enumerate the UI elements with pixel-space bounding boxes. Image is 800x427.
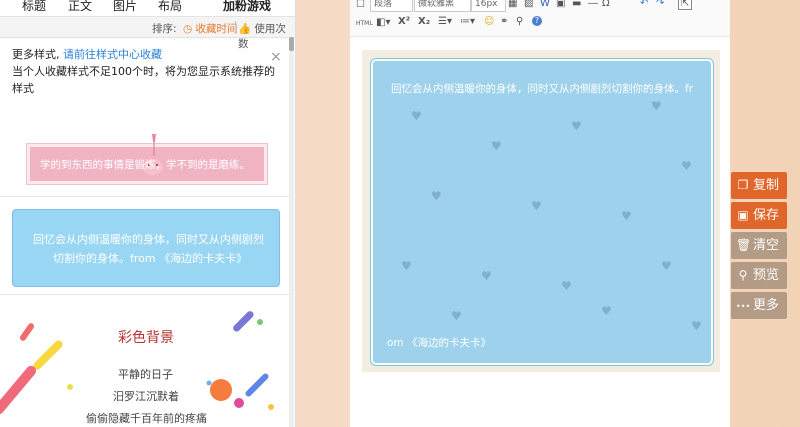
heart-icon: ♥ xyxy=(491,139,502,153)
editor-text-line-1: 回忆会从内侧温暖你的身体，同时又从内侧剧烈切割你的身体。fr xyxy=(391,83,694,95)
colorful-card-line-2: 汨罗江沉默着 xyxy=(113,390,179,403)
ordered-list-icon[interactable]: ☰▾ xyxy=(438,16,452,27)
checkbox-icon[interactable]: ☐ xyxy=(356,0,365,10)
table-icon[interactable]: ▦ xyxy=(508,0,517,9)
tab-image[interactable]: 图片 xyxy=(113,0,137,14)
paragraph-select[interactable]: 段落 xyxy=(370,0,413,12)
pink-card-text: 学的到东西的事情是锻炼，学不到的是磨练。 xyxy=(40,159,250,171)
editor-text-line-2: om 《海边的卡夫卡》 xyxy=(387,337,491,349)
tab-title[interactable]: 标题 xyxy=(22,0,46,14)
heart-icon: ♥ xyxy=(651,99,662,113)
style-card-blue[interactable]: 回忆会从内侧温暖你的身体，同时又从内侧剧烈 切割你的身体。from 《海边的卡夫… xyxy=(12,209,280,287)
heart-icon: ♥ xyxy=(431,189,442,203)
font-size-select[interactable]: 16px xyxy=(471,0,506,12)
copy-icon: ❐ xyxy=(737,178,749,192)
more-icon: ••• xyxy=(736,302,751,311)
heart-icon: ♥ xyxy=(481,269,492,283)
clock-icon: ◷ xyxy=(183,23,193,35)
tab-layout[interactable]: 布局 xyxy=(158,0,182,14)
divider xyxy=(0,196,290,197)
html-icon[interactable]: HTML xyxy=(356,20,373,27)
emoji-icon[interactable]: ☺ xyxy=(484,16,494,27)
divider xyxy=(0,294,290,295)
image-upload-icon[interactable]: ▣ xyxy=(556,0,565,9)
save-icon: ▣ xyxy=(737,208,749,222)
font-select[interactable]: 微软雅黑 xyxy=(414,0,471,12)
save-icon[interactable]: ▬ xyxy=(572,0,581,9)
style-card-pink[interactable]: 学的到东西的事情是锻炼，学不到的是磨练。 xyxy=(26,134,268,185)
redo-icon[interactable]: ↷ xyxy=(656,0,664,9)
thumbs-up-icon: 👍 xyxy=(238,23,252,35)
preview-button[interactable]: ⚲ 预览 xyxy=(731,262,787,289)
style-center-link[interactable]: 请前往样式中心收藏 xyxy=(63,48,162,61)
editor-toolbar: ☐ 段落 微软雅黑 16px ▦ ▨ W ▣ ▬ ― Ω ↶ ↷ ⇱ HTML … xyxy=(350,0,730,37)
undo-icon[interactable]: ↶ xyxy=(640,0,648,9)
omega-icon[interactable]: Ω xyxy=(602,0,610,9)
sort-bar: 排序: ◷ 收藏时间 | 👍 使用次数 xyxy=(0,17,295,50)
blue-heart-box[interactable]: ♥ ♥ ♥ ♥ ♥ ♥ ♥ ♥ ♥ ♥ ♥ ♥ ♥ ♥ ♥ 回忆会从内侧温暖你的… xyxy=(370,58,714,366)
colorful-card-line-3: 偷偷隐藏千百年前的疼痛 xyxy=(86,412,207,425)
blue-card-line-2: 切割你的身体。from 《海边的卡夫卡》 xyxy=(53,252,248,265)
notice-description: 当个人收藏样式不足100个时，将为您显示系统推荐的样式 xyxy=(12,65,275,95)
editor-panel: ☐ 段落 微软雅黑 16px ▦ ▨ W ▣ ▬ ― Ω ↶ ↷ ⇱ HTML … xyxy=(350,0,730,427)
sort-label: 排序: xyxy=(152,23,177,35)
clear-icon[interactable]: ― xyxy=(588,0,598,9)
heart-icon: ♥ xyxy=(661,259,672,273)
heart-icon: ♥ xyxy=(531,199,542,213)
link-icon[interactable]: ⚭ xyxy=(500,16,508,27)
more-button[interactable]: ••• 更多 xyxy=(731,292,787,319)
sort-by-collect-time[interactable]: ◷ 收藏时间 xyxy=(183,21,238,36)
heart-icon: ♥ xyxy=(561,279,572,293)
save-button[interactable]: ▣ 保存 xyxy=(731,202,787,229)
scrollbar-thumb[interactable] xyxy=(289,37,294,51)
heart-icon: ♥ xyxy=(621,209,632,223)
heart-icon: ♥ xyxy=(411,109,422,123)
colorful-card-title: 彩色背景 xyxy=(118,330,174,346)
image-icon[interactable]: ▨ xyxy=(524,0,533,9)
notice-text: 更多样式, xyxy=(12,48,60,61)
heart-icon: ♥ xyxy=(691,319,702,333)
style-card-colorful[interactable]: 彩色背景 平静的日子 汨罗江沉默着 偷偷隐藏千百年前的疼痛 xyxy=(0,310,290,427)
heart-icon: ♥ xyxy=(571,119,582,133)
unordered-list-icon[interactable]: ≔▾ xyxy=(460,16,475,27)
heart-icon: ♥ xyxy=(401,259,412,273)
colorful-card-line-1: 平静的日子 xyxy=(118,368,173,381)
tab-body[interactable]: 正文 xyxy=(68,0,92,14)
clear-button[interactable]: 🗑 清空 xyxy=(731,232,787,259)
style-category-tabs: 标题 正文 图片 布局 加粉游戏 xyxy=(0,0,295,17)
collection-notice: 更多样式, 请前往样式中心收藏 当个人收藏样式不足100个时，将为您显示系统推荐… xyxy=(12,46,282,97)
heart-icon: ♥ xyxy=(451,309,462,323)
copy-button[interactable]: ❐ 复制 xyxy=(731,172,787,199)
editor-content-area[interactable]: ♥ ♥ ♥ ♥ ♥ ♥ ♥ ♥ ♥ ♥ ♥ ♥ ♥ ♥ ♥ 回忆会从内侧温暖你的… xyxy=(362,50,720,372)
close-icon[interactable]: × xyxy=(270,49,282,66)
help-icon[interactable]: ? xyxy=(532,16,542,26)
blue-card-line-1: 回忆会从内侧温暖你的身体，同时又从内侧剧烈 xyxy=(33,233,264,246)
binoculars-icon[interactable]: ⚲ xyxy=(516,16,523,27)
subscript-icon[interactable]: X₂ xyxy=(418,16,430,27)
search-icon: ⚲ xyxy=(738,268,748,282)
tab-fan-game[interactable]: 加粉游戏 xyxy=(223,0,271,14)
sort-separator: | xyxy=(234,20,238,32)
word-icon[interactable]: W xyxy=(540,0,550,9)
heart-icon: ♥ xyxy=(601,304,612,318)
superscript-icon[interactable]: X² xyxy=(398,16,410,27)
style-panel: 标题 正文 图片 布局 加粉游戏 排序: ◷ 收藏时间 | 👍 使用次数 更多样… xyxy=(0,0,296,427)
text-color-icon[interactable]: ◧▾ xyxy=(376,17,390,28)
fullscreen-icon[interactable]: ⇱ xyxy=(678,0,693,10)
heart-icon: ♥ xyxy=(681,159,692,173)
trash-icon: 🗑 xyxy=(736,238,752,252)
